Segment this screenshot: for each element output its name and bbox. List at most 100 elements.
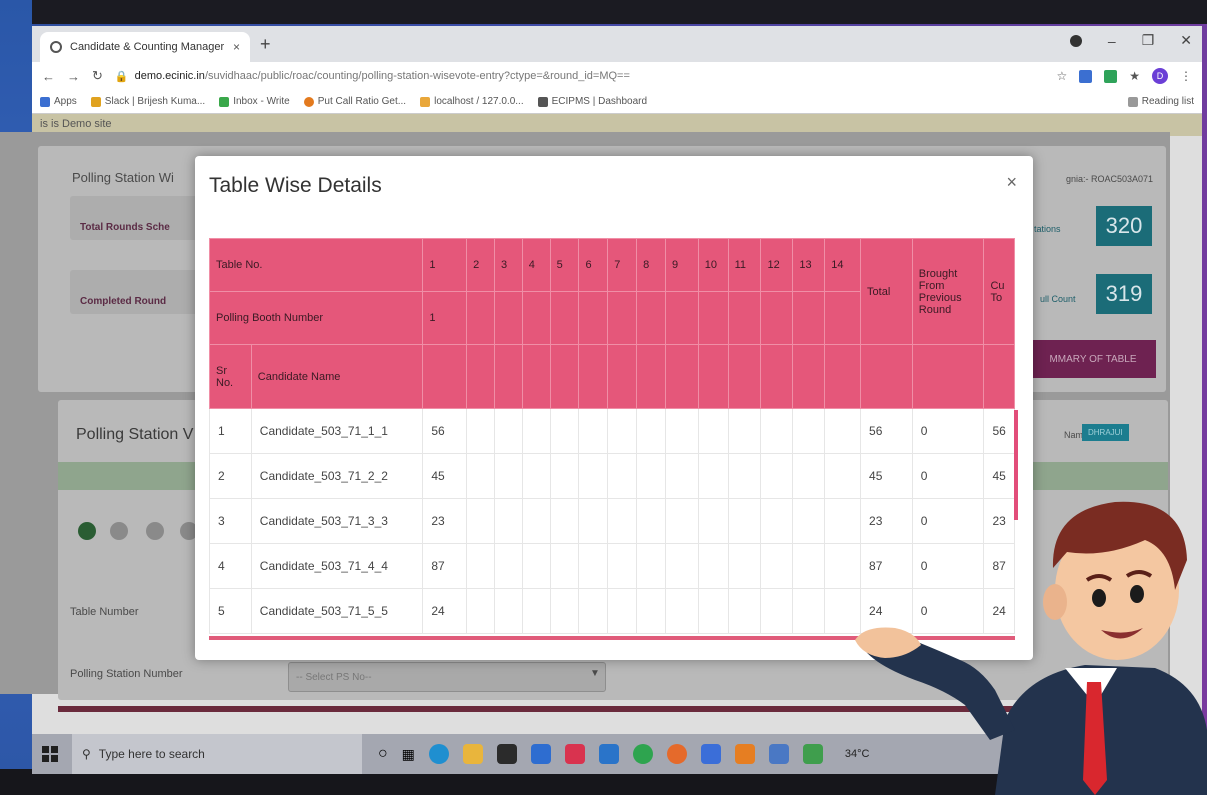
- store-icon[interactable]: [496, 744, 517, 764]
- bookmark-pcr[interactable]: Put Call Ratio Get...: [303, 96, 406, 107]
- edge-icon[interactable]: [428, 744, 449, 764]
- pocket-icon[interactable]: [564, 744, 585, 764]
- puzzle-icon[interactable]: ★: [1129, 69, 1140, 83]
- empty-table-cell: [727, 498, 762, 544]
- table-no-4: 4: [521, 238, 551, 292]
- table-no-13: 13: [792, 238, 826, 292]
- xampp-icon[interactable]: [734, 744, 755, 764]
- url-path: /suvidhaac/public/roac/counting/polling-…: [204, 70, 630, 82]
- restore-icon[interactable]: ❐: [1142, 32, 1155, 49]
- empty-table-cell: [727, 543, 762, 589]
- dashboard-icon: [537, 96, 548, 107]
- menu-icon[interactable]: ⋮: [1180, 69, 1192, 83]
- empty-table-cell: [549, 588, 580, 634]
- close-window-icon[interactable]: ✕: [1180, 32, 1192, 49]
- file-explorer-icon[interactable]: [462, 744, 483, 764]
- empty-table-cell: [607, 408, 638, 454]
- polling-booth-header: Polling Booth Number: [209, 291, 424, 345]
- browser-tab[interactable]: Candidate & Counting Manager ×: [40, 32, 250, 62]
- sr-no-cell: 5: [209, 588, 252, 634]
- outlook-icon[interactable]: [530, 744, 551, 764]
- extension-icon[interactable]: [1104, 69, 1118, 83]
- empty-table-cell: [521, 453, 551, 499]
- empty-table-cell: [521, 588, 551, 634]
- zoom-icon[interactable]: [700, 744, 721, 764]
- chart-icon: [303, 96, 314, 107]
- bookmark-slack[interactable]: Slack | Brijesh Kuma...: [90, 96, 205, 107]
- table-1-votes-cell: 24: [422, 588, 468, 634]
- empty-table-cell: [578, 408, 609, 454]
- empty-table-cell: [466, 543, 495, 589]
- tab-close-icon[interactable]: ×: [233, 40, 240, 54]
- empty-table-cell: [493, 498, 523, 544]
- firefox-icon[interactable]: [666, 744, 687, 764]
- bookmark-apps[interactable]: Apps: [40, 96, 77, 107]
- cortana-icon[interactable]: ○: [378, 745, 388, 763]
- chevron-down-icon: ▼: [590, 668, 600, 679]
- app-icon[interactable]: [768, 744, 789, 764]
- completed-rounds-card: [70, 270, 200, 314]
- record-icon[interactable]: [1069, 34, 1082, 47]
- bookmark-inbox[interactable]: Inbox - Write: [219, 96, 290, 107]
- reload-icon[interactable]: ↻: [92, 68, 103, 84]
- bookmark-star-icon[interactable]: ☆: [1056, 69, 1067, 83]
- table-row: 1 Candidate_503_71_1_1 56 56 0 56: [209, 408, 1015, 454]
- taskbar-search[interactable]: ⚲ Type here to search: [72, 734, 362, 774]
- extension-icon[interactable]: [1079, 69, 1093, 83]
- ear: [1043, 584, 1067, 620]
- candidate-name-cell: Candidate_503_71_5_5: [250, 588, 424, 634]
- right-eye: [1130, 585, 1144, 603]
- modal-close-button[interactable]: ×: [1006, 172, 1017, 193]
- sr-no-cell: 3: [209, 498, 252, 544]
- sr-no-cell: 1: [209, 408, 252, 454]
- summary-of-table-button[interactable]: MMARY OF TABLE: [1030, 340, 1156, 378]
- empty-table-cell: [578, 543, 609, 589]
- minimize-icon[interactable]: –: [1108, 33, 1116, 49]
- table-no-6: 6: [578, 238, 609, 292]
- empty-table-cell: [607, 498, 638, 544]
- empty-table-cell: [493, 408, 523, 454]
- chrome-icon[interactable]: [632, 744, 653, 764]
- reading-list[interactable]: Reading list: [1127, 96, 1194, 107]
- total-rounds-label: Total Rounds Sche: [80, 222, 170, 233]
- mail-icon[interactable]: [598, 744, 619, 764]
- step-done-icon: [78, 522, 96, 540]
- empty-table-cell: [466, 498, 495, 544]
- bookmarks-bar: Apps Slack | Brijesh Kuma... Inbox - Wri…: [32, 90, 1202, 114]
- candidate-name-cell: Candidate_503_71_2_2: [250, 453, 424, 499]
- apps-grid-icon: [40, 96, 50, 107]
- profile-avatar[interactable]: D: [1152, 68, 1168, 84]
- sr-no-cell: 2: [209, 453, 252, 499]
- ps-number-label: Polling Station Number: [70, 668, 183, 680]
- bookmark-localhost[interactable]: localhost / 127.0.0...: [420, 96, 524, 107]
- candidate-name-header: Candidate Name: [250, 344, 424, 409]
- empty-table-cell: [792, 588, 826, 634]
- task-view-icon[interactable]: ▦: [402, 746, 415, 763]
- empty-table-cell: [493, 543, 523, 589]
- empty-table-cell: [466, 453, 495, 499]
- bookmark-ecipms[interactable]: ECIPMS | Dashboard: [537, 96, 647, 107]
- stations-label: tations: [1034, 224, 1061, 234]
- table-no-1: 1: [422, 238, 468, 292]
- modal-title: Table Wise Details: [209, 174, 382, 197]
- app-icon[interactable]: [802, 744, 823, 764]
- extensions-area: ☆ ★ D ⋮: [1056, 68, 1192, 84]
- reading-list-icon: [1127, 96, 1138, 107]
- empty-table-cell: [760, 498, 794, 544]
- new-tab-button[interactable]: +: [260, 34, 271, 55]
- empty-table-cell: [760, 453, 794, 499]
- phpmyadmin-icon: [420, 96, 431, 107]
- sr-no-cell: 4: [209, 543, 252, 589]
- windows-start-icon[interactable]: [42, 746, 58, 762]
- empty-table-cell: [697, 588, 729, 634]
- table-no-11: 11: [727, 238, 762, 292]
- name-badge: DHRAJUI: [1082, 424, 1129, 441]
- tab-title: Candidate & Counting Manager: [70, 41, 225, 53]
- tab-strip: Candidate & Counting Manager × + – ❐ ✕: [32, 26, 1202, 62]
- video-frame-top: [0, 0, 1207, 24]
- empty-table-cell: [607, 588, 638, 634]
- back-icon[interactable]: ←: [42, 69, 55, 84]
- forward-icon[interactable]: →: [67, 69, 80, 84]
- url-field[interactable]: 🔒 demo.ecinic.in /suvidhaac/public/roac/…: [115, 65, 1045, 87]
- window-controls: – ❐ ✕: [1069, 32, 1192, 49]
